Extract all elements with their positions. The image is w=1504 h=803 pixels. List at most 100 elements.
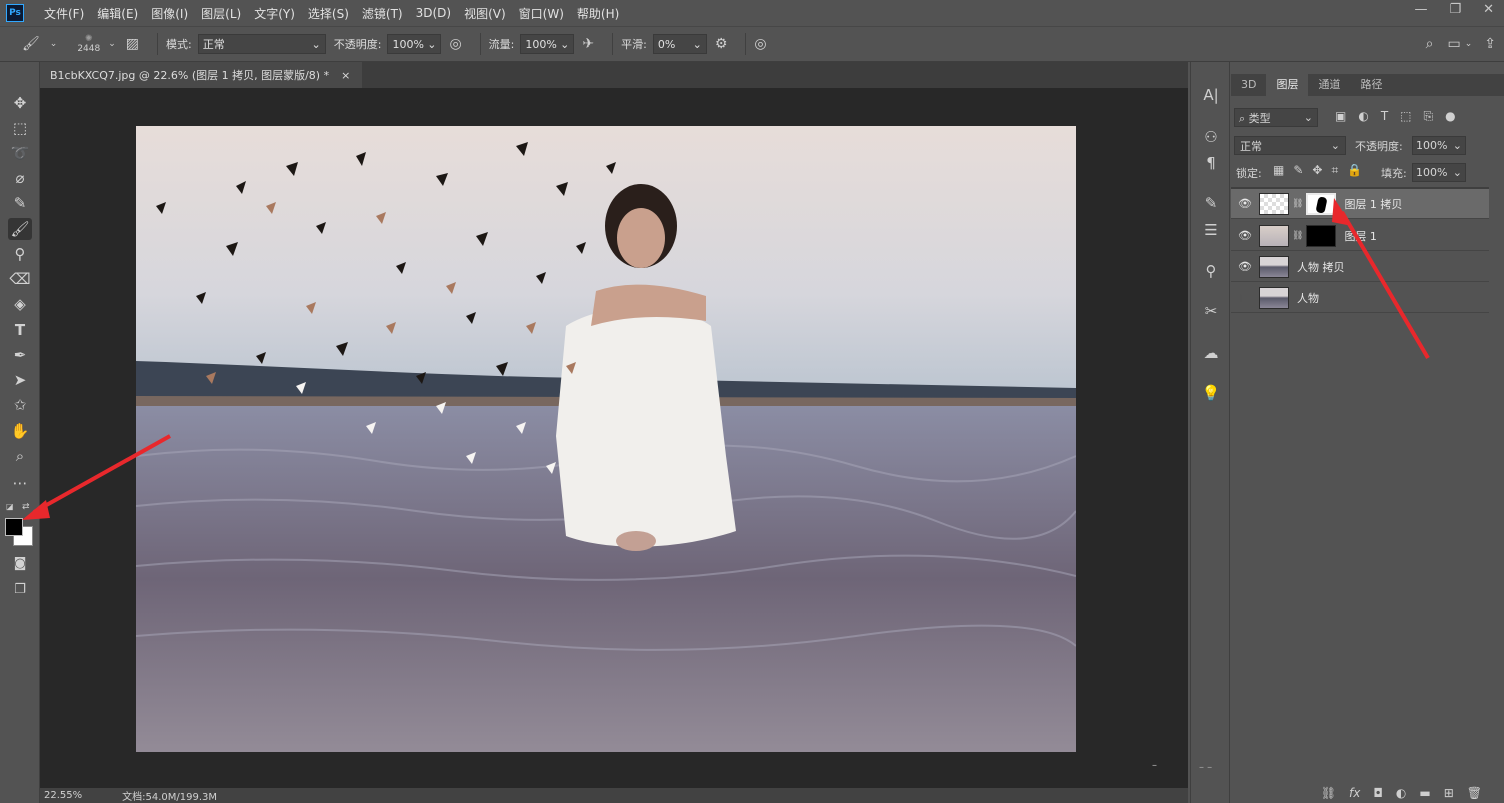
mode-select[interactable]: 正常 ⌄ [197, 34, 326, 54]
paint-bucket-tool-icon[interactable]: ◈ [8, 293, 32, 315]
libraries-panel-icon[interactable]: ☁ [1199, 342, 1223, 364]
lock-artboard-icon[interactable]: ⌗ [1331, 163, 1338, 178]
zoom-level[interactable]: 22.55% [44, 790, 82, 801]
document-info[interactable]: 文档:54.0M/199.3M [122, 788, 217, 803]
type-filter-icon[interactable]: T [1381, 109, 1388, 124]
screen-mode-icon[interactable]: ❐ [8, 578, 32, 600]
learn-panel-icon[interactable]: 💡 [1199, 382, 1223, 404]
opacity-input[interactable]: 100% ⌄ [387, 34, 442, 54]
lock-transparency-icon[interactable]: ▦ [1273, 163, 1284, 178]
menu-help[interactable]: 帮助(H) [577, 5, 619, 22]
brush-settings-panel-icon[interactable]: ✎ [1199, 192, 1223, 214]
character-panel-icon[interactable]: A| [1199, 84, 1223, 106]
canvas-image[interactable] [136, 126, 1076, 752]
layer-filter-select[interactable]: ⌕ 类型 ⌄ [1234, 108, 1318, 127]
layer-row[interactable]: 👁 人物 拷贝 [1231, 252, 1489, 282]
brush-preset-picker[interactable]: ✺ 2448 [77, 34, 100, 54]
shape-tool-icon[interactable]: ✩ [8, 394, 32, 416]
adjustments-panel-icon[interactable]: ☰ [1199, 219, 1223, 241]
share-icon[interactable]: ⇪ [1484, 36, 1496, 52]
close-window-icon[interactable]: ✕ [1483, 2, 1494, 17]
blend-mode-select[interactable]: 正常 ⌄ [1234, 136, 1346, 155]
smart-object-filter-icon[interactable]: ⎘ [1424, 109, 1434, 124]
quick-select-tool-icon[interactable]: ⌀ [8, 167, 32, 189]
default-colors-icon[interactable]: ◪ [6, 502, 14, 511]
layer-opacity-input[interactable]: 100% ⌄ [1412, 136, 1466, 155]
eye-icon[interactable]: 👁 [1231, 229, 1259, 242]
visibility-toggle[interactable]: □ [1231, 291, 1259, 304]
tools-preset-icon[interactable]: ✂ [1199, 300, 1223, 322]
lock-pixels-icon[interactable]: ✎ [1293, 163, 1303, 178]
chevron-down-icon[interactable]: ⌄ [1465, 39, 1473, 49]
type-tool-icon[interactable]: T [8, 319, 32, 341]
layer-row[interactable]: 👁 ⛓ 图层 1 拷贝 [1231, 189, 1489, 219]
gear-icon[interactable]: ⚙ [715, 36, 728, 52]
minimize-icon[interactable]: — [1414, 2, 1427, 17]
pressure-size-icon[interactable]: ◎ [754, 36, 766, 52]
smoothing-input[interactable]: 0% ⌄ [652, 34, 707, 54]
workspace-icon[interactable]: ▭ [1447, 36, 1460, 52]
properties-panel-icon[interactable]: ⚇ [1199, 126, 1223, 148]
menu-filter[interactable]: 滤镜(T) [362, 5, 403, 22]
layer-mask-thumbnail[interactable] [1306, 192, 1337, 215]
layer-mask-thumbnail[interactable] [1306, 224, 1337, 247]
shape-filter-icon[interactable]: ⬚ [1400, 109, 1411, 124]
chevron-down-icon[interactable]: ⌄ [50, 39, 58, 49]
clone-source-panel-icon[interactable]: ⚲ [1199, 260, 1223, 282]
lock-position-icon[interactable]: ✥ [1312, 163, 1322, 178]
airbrush-icon[interactable]: ✈ [582, 36, 594, 52]
stamp-tool-icon[interactable]: ⚲ [8, 243, 32, 265]
paragraph-panel-icon[interactable]: ¶ [1199, 152, 1223, 174]
menu-view[interactable]: 视图(V) [464, 5, 506, 22]
path-select-tool-icon[interactable]: ➤ [8, 369, 32, 391]
brush-tool-icon[interactable]: 🖌 [22, 36, 40, 52]
tab-layers[interactable]: 图层 [1266, 74, 1309, 96]
menu-edit[interactable]: 编辑(E) [97, 5, 138, 22]
menu-select[interactable]: 选择(S) [308, 5, 349, 22]
pen-tool-icon[interactable]: ✒ [8, 344, 32, 366]
menu-layer[interactable]: 图层(L) [201, 5, 241, 22]
fill-input[interactable]: 100% ⌄ [1412, 163, 1466, 182]
eye-icon[interactable]: 👁 [1231, 260, 1259, 273]
new-layer-icon[interactable]: ⊞ [1444, 786, 1454, 800]
add-mask-icon[interactable]: ◘ [1373, 786, 1383, 800]
folder-icon[interactable]: ▬ [1419, 786, 1430, 800]
foreground-color-swatch[interactable] [5, 518, 23, 536]
menu-type[interactable]: 文字(Y) [254, 5, 295, 22]
menu-3d[interactable]: 3D(D) [416, 6, 451, 20]
more-tools-icon[interactable]: ⋯ [8, 472, 32, 494]
lasso-tool-icon[interactable]: ➰ [8, 142, 32, 164]
menu-image[interactable]: 图像(I) [151, 5, 188, 22]
lock-all-icon[interactable]: 🔒 [1347, 163, 1362, 178]
pressure-opacity-icon[interactable]: ◎ [449, 36, 461, 52]
eraser-tool-icon[interactable]: ⌫ [8, 268, 32, 290]
filter-toggle-icon[interactable]: ● [1445, 109, 1455, 124]
tab-paths[interactable]: 路径 [1350, 74, 1392, 96]
flow-input[interactable]: 100% ⌄ [520, 34, 575, 54]
trash-icon[interactable]: 🗑 [1467, 786, 1482, 800]
layer-row[interactable]: 👁 ⛓ 图层 1 [1231, 221, 1489, 251]
image-filter-icon[interactable]: ▣ [1335, 109, 1346, 124]
swap-colors-icon[interactable]: ⇄ [22, 502, 30, 512]
eye-icon[interactable]: 👁 [1231, 197, 1259, 210]
tab-channels[interactable]: 通道 [1308, 74, 1350, 96]
menu-window[interactable]: 窗口(W) [519, 5, 564, 22]
brush-tool-icon[interactable]: 🖌 [8, 218, 32, 240]
adjustment-layer-icon[interactable]: ◐ [1396, 786, 1406, 800]
eyedropper-tool-icon[interactable]: ✎ [8, 192, 32, 214]
layer-row[interactable]: □ 人物 [1231, 283, 1489, 313]
restore-icon[interactable]: ❐ [1449, 2, 1461, 17]
hand-tool-icon[interactable]: ✋ [8, 420, 32, 442]
tab-3d[interactable]: 3D [1231, 74, 1266, 96]
zoom-tool-icon[interactable]: ⌕ [8, 445, 32, 467]
link-layers-icon[interactable]: ⛓ [1321, 786, 1336, 800]
menu-file[interactable]: 文件(F) [44, 5, 84, 22]
quick-mask-icon[interactable]: ◙ [8, 552, 32, 574]
link-icon[interactable]: ⛓ [1292, 199, 1303, 209]
brush-settings-icon[interactable]: ▨ [126, 36, 139, 52]
search-icon[interactable]: ⌕ [1426, 36, 1434, 52]
link-icon[interactable]: ⛓ [1292, 231, 1303, 241]
marquee-tool-icon[interactable]: ⬚ [8, 117, 32, 139]
fx-icon[interactable]: fx [1349, 786, 1360, 800]
move-tool-icon[interactable]: ✥ [8, 92, 32, 114]
